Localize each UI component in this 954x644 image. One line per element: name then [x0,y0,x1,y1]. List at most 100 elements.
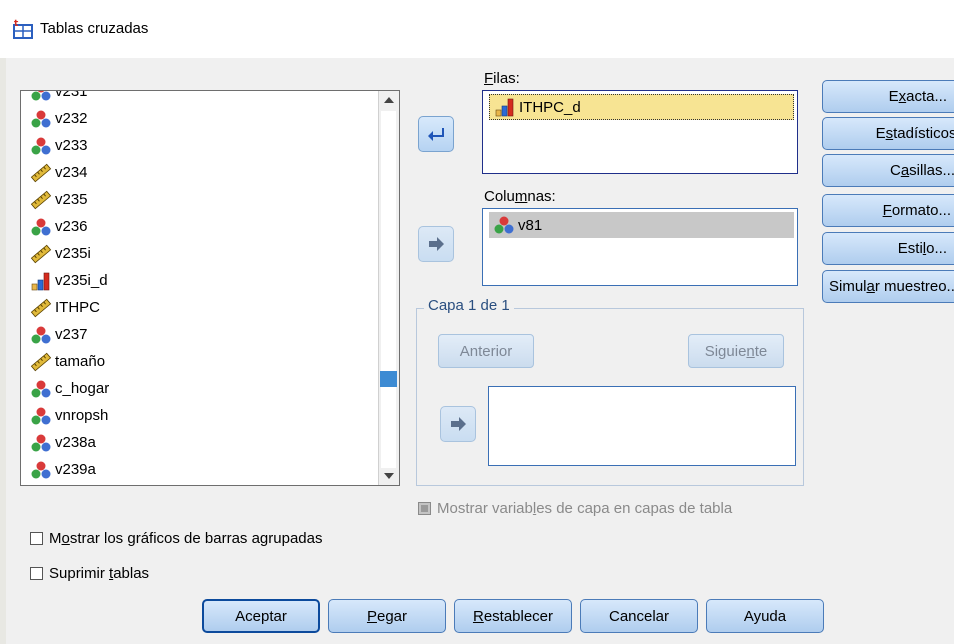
variable-list-item[interactable]: v231 [21,91,377,105]
format-button-label: Formato... [882,202,951,219]
variable-list-item[interactable]: v232 [21,105,377,132]
scroll-track[interactable] [381,111,396,479]
variable-name: v235 [55,191,88,208]
variable-name: v232 [55,110,88,127]
variable-list-item[interactable]: vnropsh [21,402,377,429]
variable-list-item[interactable]: v236 [21,213,377,240]
move-to-layer-button[interactable] [440,406,476,442]
scale-icon [30,352,52,371]
variable-name: v234 [55,164,88,181]
columns-label: Columnas: [484,188,556,205]
nominal-icon [31,91,51,100]
variable-list-item[interactable]: v235i_d [21,267,377,294]
nominal-icon [31,407,51,424]
clustered-bars-option[interactable]: Mostrar los gráficos de barras agrupadas [30,530,322,547]
rows-box[interactable]: ITHPC_d [482,90,798,174]
columns-item[interactable]: v81 [489,212,794,238]
scale-icon [30,190,52,209]
variable-name: v238a [55,434,96,451]
next-layer-label: Siguiente [704,342,768,360]
variable-name: c_hogar [55,380,110,397]
scroll-up-button[interactable] [380,92,398,108]
move-to-rows-button[interactable] [418,116,454,152]
variable-name: tamaño [55,353,106,370]
suppress-tables-option[interactable]: Suprimir tablas [30,565,149,582]
nominal-icon [494,216,514,234]
variable-list-item[interactable]: v239a [21,456,377,483]
show-layer-variables-option[interactable]: Mostrar variables de capa en capas de ta… [418,500,732,517]
scale-icon [30,244,52,263]
move-to-columns-button[interactable] [418,226,454,262]
previous-layer-label: Anterior [459,342,513,360]
arrow-right-icon [451,417,466,431]
window-title: Tablas cruzadas [40,20,149,37]
suppress-tables-label: Suprimir tablas [49,565,150,582]
scale-icon [30,298,52,317]
show-layer-variables-checkbox[interactable] [418,502,431,515]
clustered-bars-checkbox[interactable] [30,532,43,545]
columns-box[interactable]: v81 [482,208,798,286]
variable-list-item[interactable]: c_hogar [21,375,377,402]
suppress-tables-checkbox[interactable] [30,567,43,580]
title-bar: t Tablas cruzadas [0,0,954,58]
reset-button-label: Restablecer [472,607,554,625]
statistics-button[interactable]: Estadísticos... [822,117,954,150]
paste-button-label: Pegar [366,607,408,625]
variable-name: v235i [55,245,91,262]
nominal-icon [31,380,51,397]
variable-list-item[interactable]: ITHPC [21,294,377,321]
ordinal-icon [495,98,514,117]
nominal-icon [31,218,51,235]
variable-list-item[interactable]: v235i [21,240,377,267]
crosstabs-app-icon: t [13,19,33,39]
layer-title: Capa 1 de 1 [424,297,514,314]
next-layer-button[interactable]: Siguiente [688,334,784,368]
nominal-icon [31,110,51,127]
help-button[interactable]: Ayuda [706,599,824,633]
rows-item[interactable]: ITHPC_d [489,94,794,120]
variable-list-item[interactable]: v238a [21,429,377,456]
exact-button-label: Exacta... [888,88,947,105]
cells-button[interactable]: Casillas... [822,154,954,187]
show-layer-variables-label: Mostrar variables de capa en capas de ta… [437,500,733,517]
variable-name: v233 [55,137,88,154]
format-button[interactable]: Formato... [822,194,954,227]
scroll-down-button[interactable] [380,468,398,484]
variable-list-item[interactable]: v235 [21,186,377,213]
variable-name: ITHPC [55,299,100,316]
svg-text:t: t [14,19,19,29]
cancel-button-label: Cancelar [608,607,670,625]
nominal-icon [31,326,51,343]
layer-box[interactable] [488,386,796,466]
accept-button[interactable]: Aceptar [202,599,320,633]
cells-button-label: Casillas... [889,162,954,179]
variable-list-item[interactable]: v237 [21,321,377,348]
exact-button[interactable]: Exacta... [822,80,954,113]
nominal-icon [31,434,51,451]
scale-icon [30,163,52,182]
rows-label: Filas: [484,70,520,87]
statistics-button-label: Estadísticos... [875,125,954,142]
reset-button[interactable]: Restablecer [454,599,572,633]
rows-item-label: ITHPC_d [519,98,581,116]
variable-name: v235i_d [55,272,108,289]
variable-list-item[interactable]: v234 [21,159,377,186]
scroll-thumb[interactable] [380,371,397,387]
simulate-sampling-button-label: Simular muestreo... [829,278,954,295]
style-button[interactable]: Estilo... [822,232,954,265]
variable-name: v239a [55,461,96,478]
nominal-icon [31,137,51,154]
paste-button[interactable]: Pegar [328,599,446,633]
arrow-left-icon [428,128,444,141]
variable-list-item[interactable]: tamaño [21,348,377,375]
clustered-bars-label: Mostrar los gráficos de barras agrupadas [49,530,323,547]
style-button-label: Estilo... [897,240,947,257]
previous-layer-button[interactable]: Anterior [438,334,534,368]
variable-list-scrollbar[interactable] [378,91,399,485]
cancel-button[interactable]: Cancelar [580,599,698,633]
variable-name: v237 [55,326,88,343]
simulate-sampling-button[interactable]: Simular muestreo... [822,270,954,303]
variable-list-item[interactable]: v233 [21,132,377,159]
variable-name: v236 [55,218,88,235]
variable-list[interactable]: v231 v232 v233 v234 v235 v236 v235i v235i_d ITHP… [20,90,400,486]
